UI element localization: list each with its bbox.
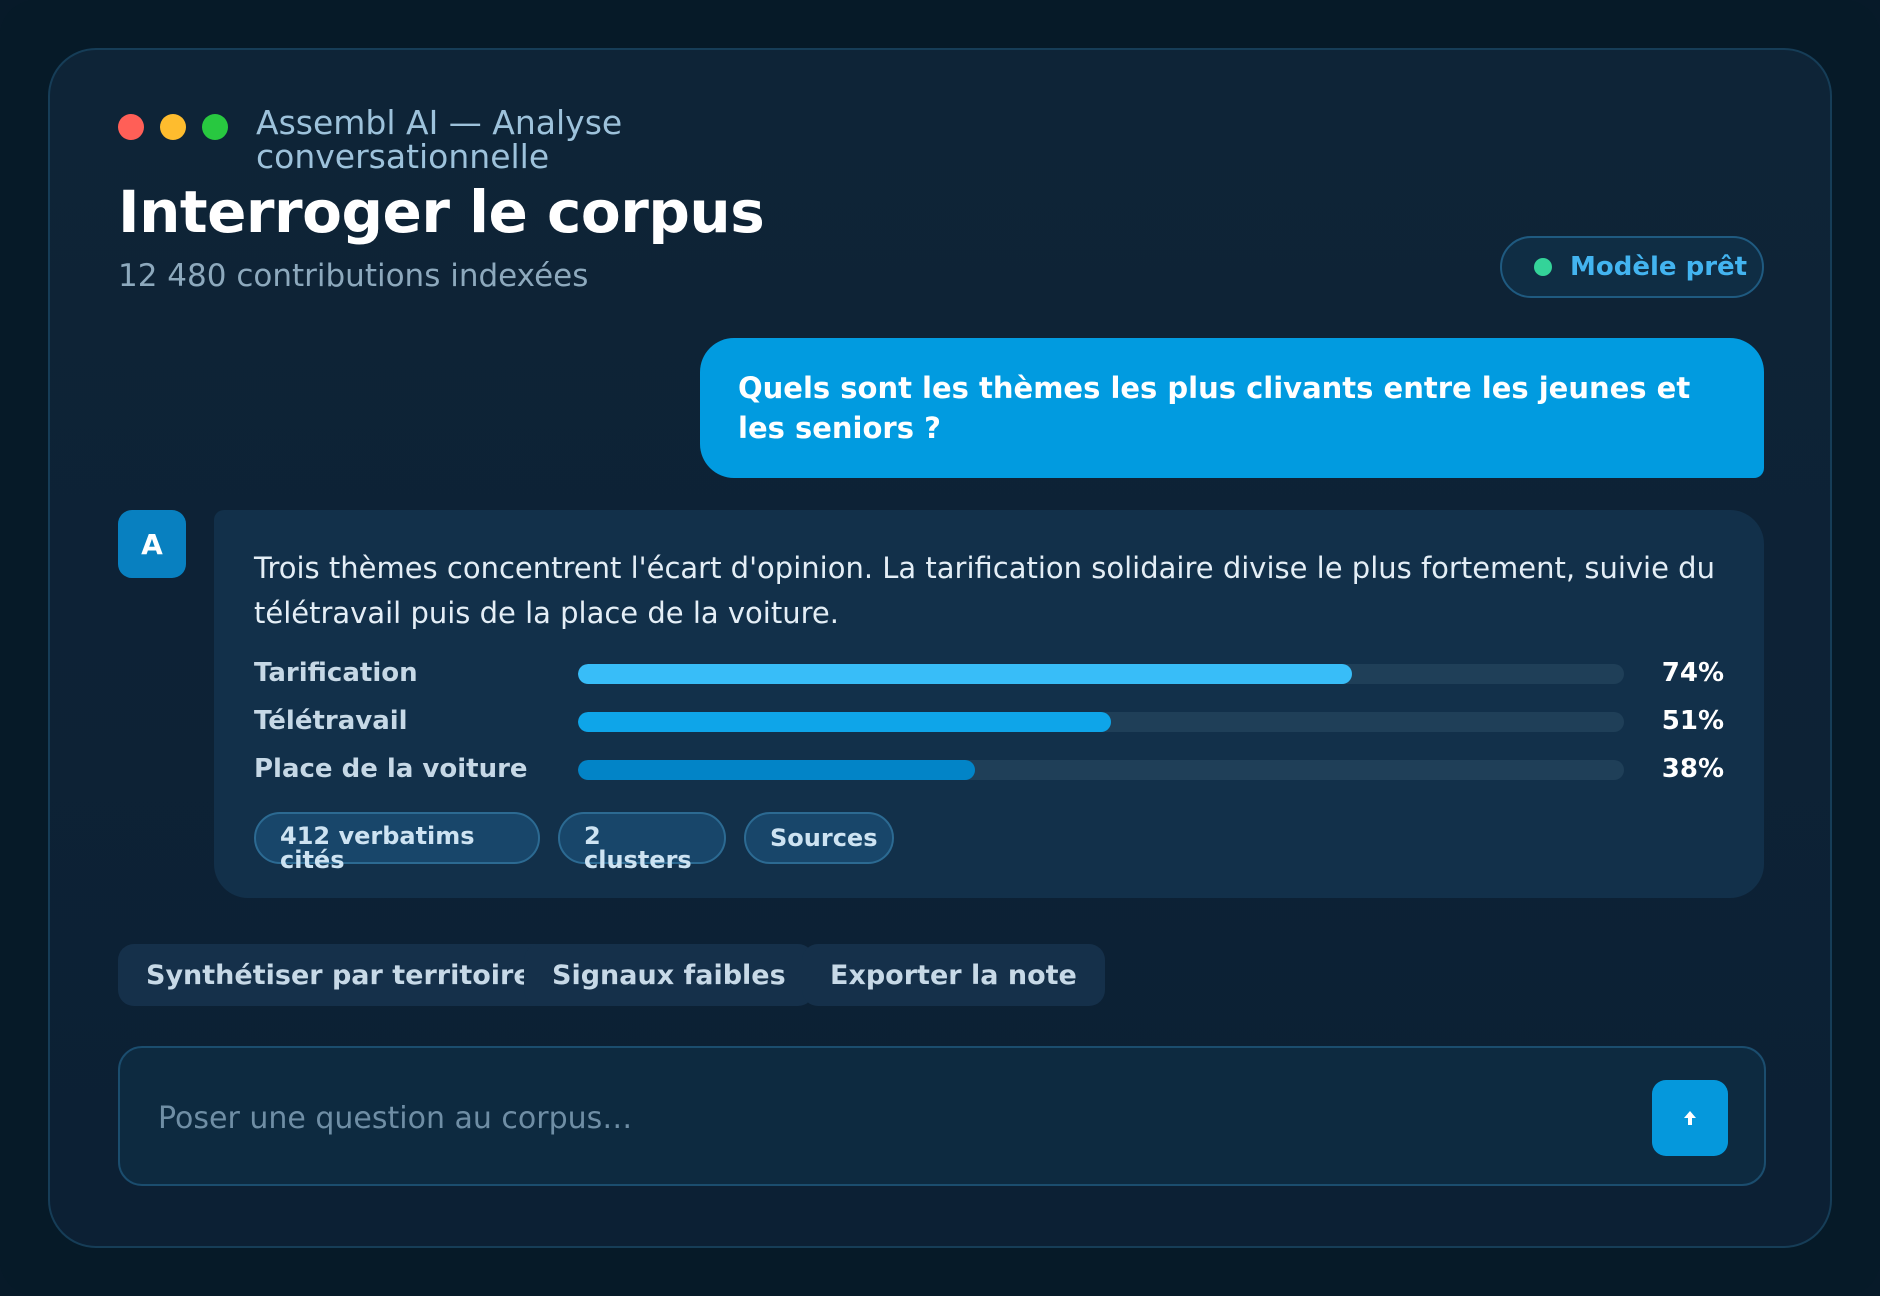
theme-bar-fill bbox=[578, 664, 1353, 684]
app-title: Assembl AI — Analyse conversationnelle bbox=[256, 103, 623, 176]
weak-signals-button[interactable]: Signaux faibles bbox=[524, 944, 814, 1006]
page-title: Interroger le corpus bbox=[118, 178, 765, 246]
export-note-button[interactable]: Exporter la note bbox=[802, 944, 1105, 1006]
theme-bar-track bbox=[578, 760, 1624, 780]
assistant-message-card: Trois thèmes concentrent l'écart d'opini… bbox=[214, 510, 1764, 898]
theme-label: Place de la voiture bbox=[254, 754, 528, 784]
page-subtitle: 12 480 contributions indexées bbox=[118, 258, 589, 294]
theme-value: 38% bbox=[1661, 754, 1724, 784]
window-close-button[interactable] bbox=[118, 114, 144, 140]
synthesize-by-territory-button[interactable]: Synthétiser par territoire bbox=[118, 944, 560, 1006]
user-message: Quels sont les thèmes les plus clivants … bbox=[700, 338, 1764, 478]
status-indicator-icon bbox=[1534, 258, 1552, 276]
theme-label: Tarification bbox=[254, 658, 418, 688]
verbatims-chip[interactable]: 412 verbatims cités bbox=[254, 812, 540, 872]
theme-bar-fill bbox=[578, 712, 1112, 732]
send-button[interactable] bbox=[1652, 1080, 1728, 1156]
theme-label: Télétravail bbox=[254, 706, 408, 736]
theme-bar-track bbox=[578, 664, 1624, 684]
clusters-chip[interactable]: 2 clusters bbox=[558, 812, 726, 872]
window-maximize-button[interactable] bbox=[202, 114, 228, 140]
theme-value: 74% bbox=[1661, 658, 1724, 688]
sources-chip[interactable]: Sources bbox=[744, 812, 894, 864]
assistant-avatar: A bbox=[118, 510, 186, 578]
assistant-message-text: Trois thèmes concentrent l'écart d'opini… bbox=[254, 551, 1715, 630]
window-minimize-button[interactable] bbox=[160, 114, 186, 140]
theme-bar-fill bbox=[578, 760, 976, 780]
question-input[interactable] bbox=[158, 1096, 1458, 1140]
model-status-badge: Modèle prêt bbox=[1500, 236, 1764, 298]
arrow-up-icon bbox=[1684, 1111, 1696, 1125]
theme-bar-track bbox=[578, 712, 1624, 732]
composer bbox=[118, 1046, 1766, 1186]
theme-value: 51% bbox=[1661, 706, 1724, 736]
status-label: Modèle prêt bbox=[1570, 252, 1748, 282]
